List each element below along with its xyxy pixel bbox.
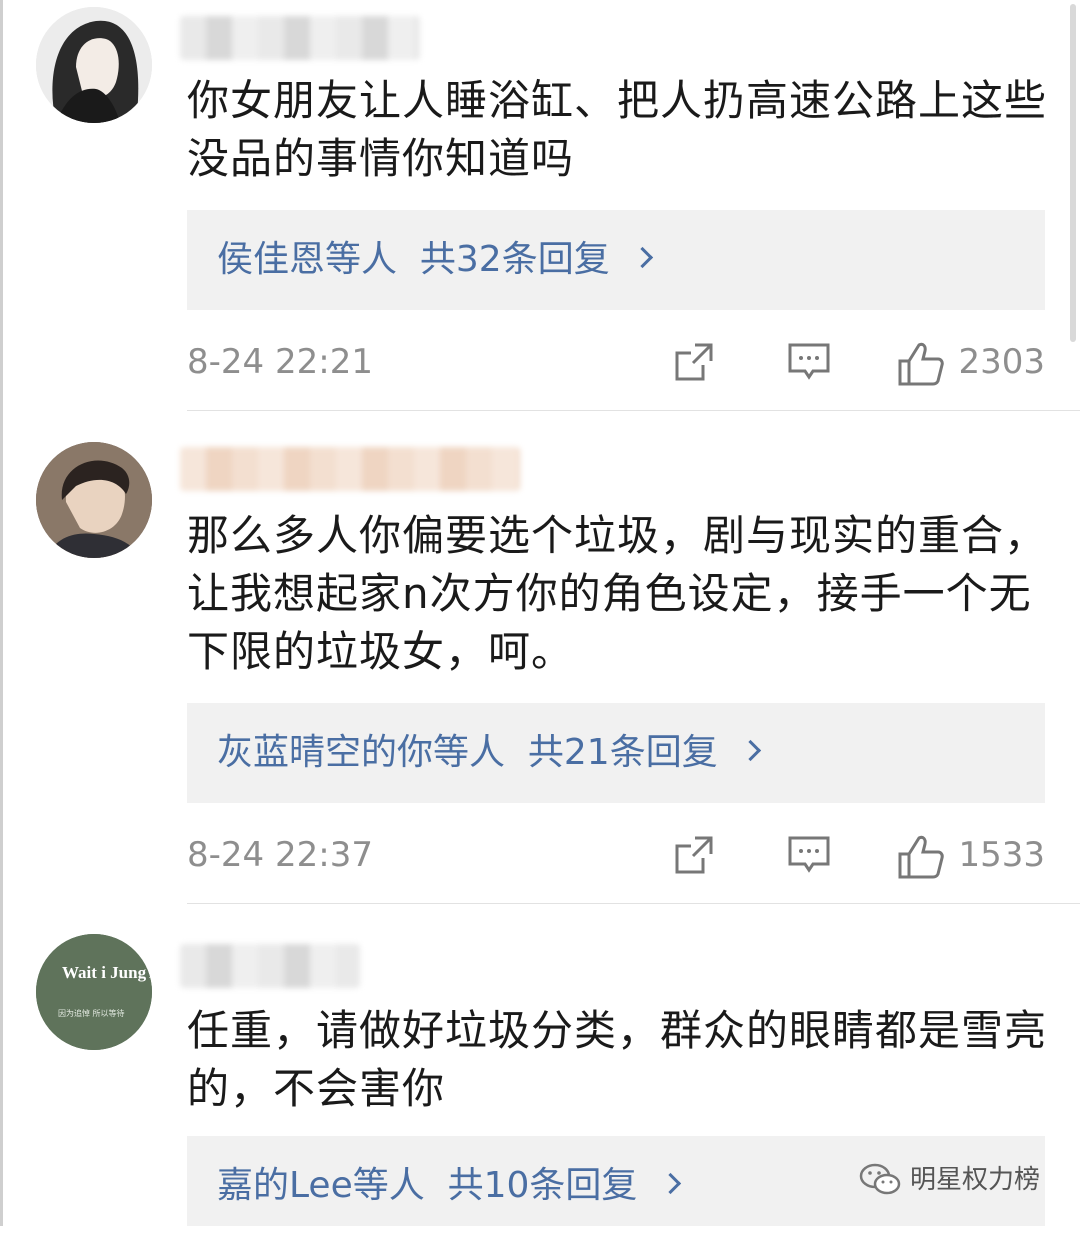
avatar-logo-subtext: 因为追悼 所以等待 (58, 1008, 125, 1018)
username-blurred[interactable] (180, 16, 420, 60)
like-icon[interactable] (897, 834, 945, 880)
avatar[interactable] (36, 442, 152, 558)
replies-link[interactable]: 侯佳恩等人 共32条回复 (187, 210, 1045, 310)
chevron-right-icon (632, 246, 654, 268)
reply-count: 共32条回复 (419, 239, 610, 280)
replies-link[interactable]: 灰蓝晴空的你等人 共21条回复 (187, 703, 1045, 803)
timestamp: 8-24 22:37 (187, 835, 373, 875)
reply-summary: 嘉的Lee等人 共10条回复 (217, 1136, 681, 1236)
username-blurred[interactable] (180, 447, 520, 491)
username-blurred[interactable] (180, 944, 360, 988)
comment-icon[interactable] (787, 341, 831, 383)
share-icon[interactable] (673, 341, 715, 383)
comment-text: 任重，请做好垃圾分类，群众的眼睛都是雪亮的，不会害你 (187, 1006, 1048, 1113)
like-icon[interactable] (897, 341, 945, 387)
comment-icon[interactable] (787, 834, 831, 876)
watermark-text: 明星权力榜 (910, 1165, 1041, 1195)
timestamp: 8-24 22:21 (187, 342, 373, 382)
reply-names: 嘉的Lee等人 (217, 1165, 425, 1206)
comment-text: 那么多人你偏要选个垃圾，剧与现实的重合，让我想起家n次方你的角色设定，接手一个无… (187, 511, 1048, 676)
avatar[interactable]: Wait i JungYong 因为追悼 所以等待 (36, 934, 152, 1050)
comment-1: 你女朋友让人睡浴缸、把人扔高速公路上这些没品的事情你知道吗 侯佳恩等人 共32条… (0, 0, 1080, 410)
wechat-icon (859, 1163, 901, 1195)
like-count: 1533 (958, 835, 1045, 875)
avatar[interactable] (36, 7, 152, 123)
like-count: 2303 (958, 342, 1045, 382)
chevron-right-icon (659, 1172, 681, 1194)
share-icon[interactable] (673, 834, 715, 876)
avatar-logo-text: Wait i JungYong (62, 963, 152, 982)
comment-meta: 8-24 22:37 1533 (187, 830, 1045, 880)
reply-count: 共21条回复 (527, 732, 718, 773)
comment-2: 那么多人你偏要选个垃圾，剧与现实的重合，让我想起家n次方你的角色设定，接手一个无… (0, 411, 1080, 903)
comment-text: 你女朋友让人睡浴缸、把人扔高速公路上这些没品的事情你知道吗 (187, 76, 1048, 183)
reply-summary: 侯佳恩等人 共32条回复 (217, 210, 654, 310)
chevron-right-icon (740, 739, 762, 761)
reply-count: 共10条回复 (447, 1165, 638, 1206)
reply-summary: 灰蓝晴空的你等人 共21条回复 (217, 703, 762, 803)
reply-names: 侯佳恩等人 (217, 239, 398, 280)
comment-meta: 8-24 22:21 2303 (187, 337, 1045, 387)
reply-names: 灰蓝晴空的你等人 (217, 732, 506, 773)
